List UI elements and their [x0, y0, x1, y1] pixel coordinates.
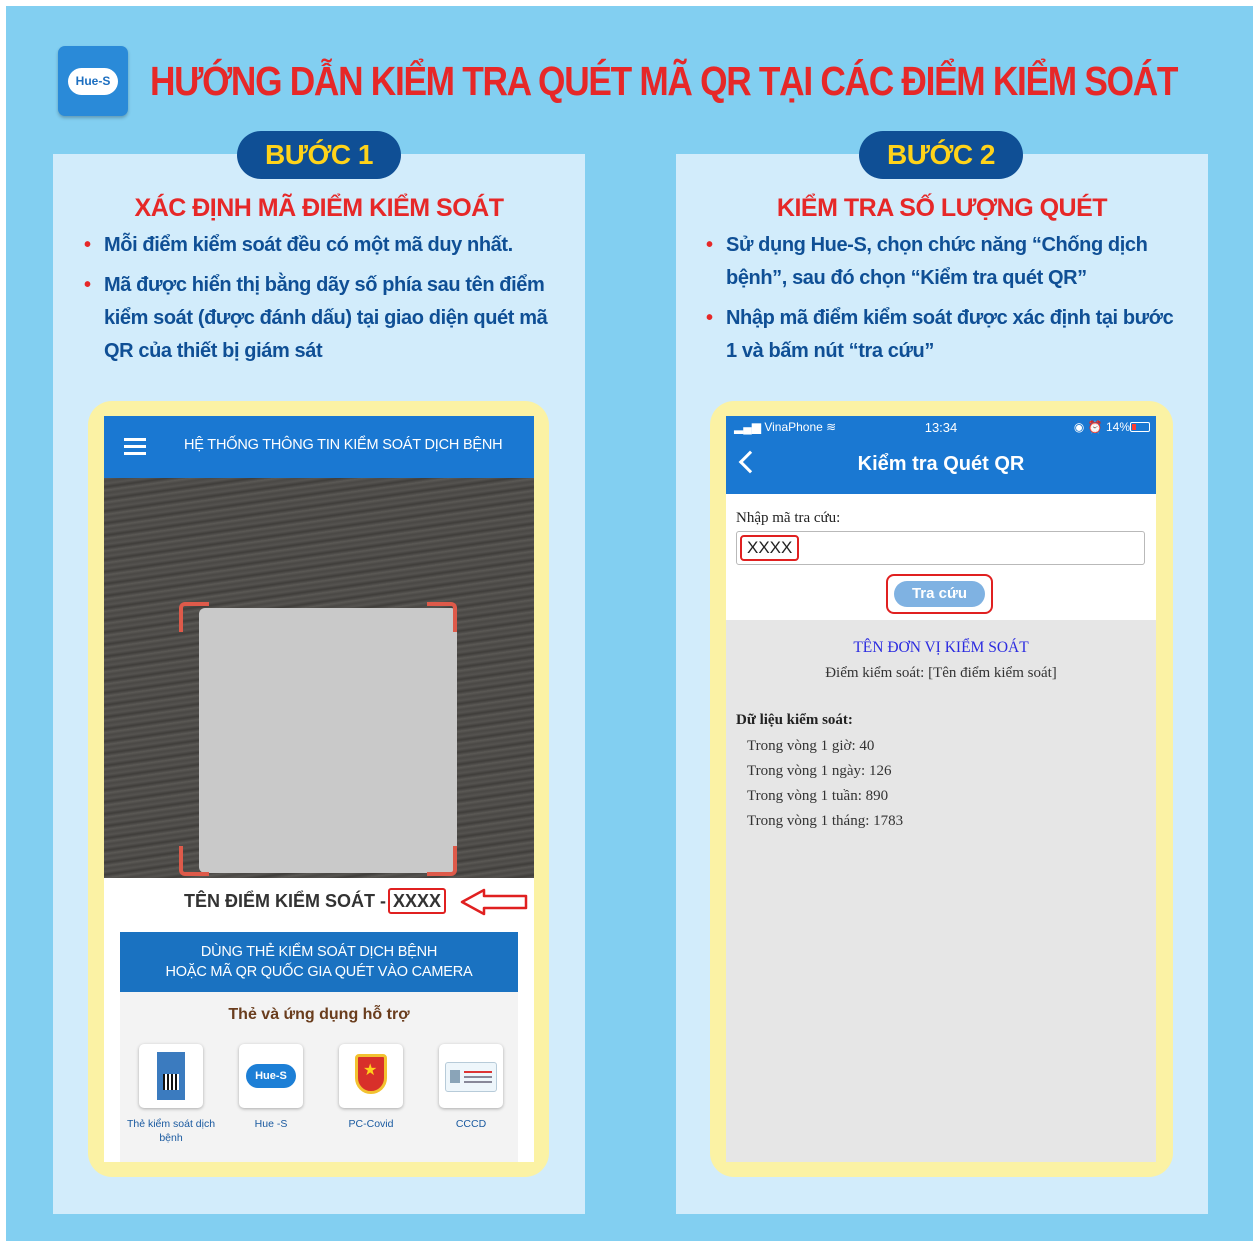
- banner-line: HOẶC MÃ QR QUỐC GIA QUÉT VÀO CAMERA: [165, 964, 473, 980]
- bullet-item: • Sử dụng Hue-S, chọn chức năng “Chống dị…: [706, 229, 1181, 295]
- step1-label: BƯỚC 1: [237, 131, 401, 179]
- app-item-pc-covid[interactable]: PC-Covid: [326, 1044, 416, 1131]
- supported-apps: Thẻ và ứng dụng hỗ trợ Thẻ kiểm soát dịc…: [120, 992, 518, 1162]
- hue-s-icon-text: Hue-S: [246, 1064, 296, 1088]
- checkpoint-name-label: TÊN ĐIỂM KIỂM SOÁT -: [184, 891, 386, 911]
- step1-bullets: • Mỗi điểm kiểm soát đều có một mã duy nh…: [84, 229, 554, 375]
- scanner-header: HỆ THỐNG THÔNG TIN KIỂM SOÁT DỊCH BỆNH: [104, 416, 534, 478]
- scan-corner-icon: [427, 602, 457, 632]
- lookup-form: Nhập mã tra cứu: XXXX Tra cứu: [726, 494, 1156, 620]
- hue-s-logo: Hue-S: [58, 46, 128, 116]
- qr-scan-area: [199, 608, 457, 873]
- battery-percent: 14%: [1105, 420, 1130, 434]
- step2-label: BƯỚC 2: [859, 131, 1023, 179]
- stat-row: Trong vòng 1 ngày: 126: [747, 763, 892, 779]
- unit-name: TÊN ĐƠN VỊ KIỂM SOÁT: [853, 639, 1029, 656]
- lookup-label: Nhập mã tra cứu:: [736, 510, 841, 526]
- app-item-hue-s[interactable]: Hue-S Hue -S: [226, 1044, 316, 1131]
- stat-row: Trong vòng 1 giờ: 40: [747, 738, 875, 754]
- lookup-input[interactable]: XXXX: [736, 531, 1145, 565]
- bullet-item: • Mã được hiển thị bằng dãy số phía sau t…: [84, 269, 554, 368]
- lookup-header: ▂▄▆ VinaPhone ≋ 13:34 ◉ ⏰ 14% Kiểm tra Q…: [726, 416, 1156, 494]
- checkpoint-line: Điểm kiểm soát: [Tên điểm kiểm soát]: [825, 665, 1057, 681]
- step1-heading: XÁC ĐỊNH MÃ ĐIỂM KIỂM SOÁT: [134, 194, 504, 222]
- scan-instruction-banner: DÙNG THẺ KIỂM SOÁT DỊCH BỆNH HOẶC MÃ QR …: [120, 932, 518, 992]
- bullet-item: • Nhập mã điểm kiểm soát được xác định tạ…: [706, 302, 1181, 368]
- scan-corner-icon: [427, 846, 457, 876]
- bullet-item: • Mỗi điểm kiểm soát đều có một mã duy nh…: [84, 229, 554, 262]
- card-icon: [139, 1044, 203, 1108]
- stat-row: Trong vòng 1 tuần: 890: [747, 788, 889, 804]
- pointer-arrow-icon: [460, 888, 528, 916]
- bullet-text: Mã được hiển thị bằng dãy số phía sau tê…: [104, 274, 548, 362]
- step2-bullets: • Sử dụng Hue-S, chọn chức năng “Chống dị…: [706, 229, 1181, 375]
- stat-row: Trong vòng 1 tháng: 1783: [747, 813, 904, 829]
- camera-view: [104, 478, 534, 878]
- supported-apps-title: Thẻ và ứng dụng hỗ trợ: [228, 1006, 410, 1023]
- lookup-input-value: XXXX: [740, 535, 800, 561]
- alarm-icon: ⏰: [1087, 420, 1103, 434]
- logo-text: Hue-S: [68, 68, 118, 95]
- step2-heading: KIỂM TRA SỐ LƯỢNG QUÉT: [776, 194, 1108, 222]
- menu-icon[interactable]: [124, 438, 146, 455]
- bullet-dot-icon: •: [706, 234, 713, 256]
- status-battery: ◉ ⏰ 14%: [1074, 420, 1130, 434]
- scanner-screen: HỆ THỐNG THÔNG TIN KIỂM SOÁT DỊCH BỆNH T…: [104, 416, 534, 1162]
- checkpoint-code: XXXX: [388, 888, 447, 914]
- scan-corner-icon: [179, 846, 209, 876]
- shield-icon: [339, 1044, 403, 1108]
- scanner-header-title: HỆ THỐNG THÔNG TIN KIỂM SOÁT DỊCH BỆNH: [184, 437, 503, 453]
- app-label: Hue -S: [254, 1118, 288, 1130]
- lookup-screen: ▂▄▆ VinaPhone ≋ 13:34 ◉ ⏰ 14% Kiểm tra Q…: [726, 416, 1156, 1162]
- app-label: PC-Covid: [348, 1118, 394, 1130]
- bullet-dot-icon: •: [706, 307, 713, 329]
- battery-icon: [1130, 422, 1150, 432]
- lock-rotation-icon: ◉: [1073, 420, 1085, 434]
- app-label: CCCD: [455, 1118, 487, 1130]
- bullet-dot-icon: •: [84, 234, 91, 256]
- app-item-disease-card[interactable]: Thẻ kiểm soát dịch bệnh: [126, 1044, 216, 1145]
- bullet-dot-icon: •: [84, 274, 91, 296]
- screen-title: Kiểm tra Quét QR: [857, 453, 1025, 475]
- app-item-cccd[interactable]: CCCD: [426, 1044, 516, 1131]
- bullet-text: Mỗi điểm kiểm soát đều có một mã duy nhấ…: [104, 234, 513, 256]
- lookup-button[interactable]: Tra cứu: [894, 581, 985, 607]
- bullet-text: Sử dụng Hue-S, chọn chức năng “Chống dịc…: [726, 234, 1148, 289]
- hue-s-icon: Hue-S: [239, 1044, 303, 1108]
- id-card-icon: [439, 1044, 503, 1108]
- scan-corner-icon: [179, 602, 209, 632]
- app-label: Thẻ kiểm soát dịch bệnh: [126, 1118, 216, 1144]
- data-title: Dữ liệu kiểm soát:: [736, 712, 853, 728]
- lookup-button-highlight: Tra cứu: [886, 574, 993, 614]
- page-title: HƯỚNG DẪN KIỂM TRA QUÉT MÃ QR TẠI CÁC ĐI…: [150, 58, 1178, 104]
- banner-line: DÙNG THẺ KIỂM SOÁT DỊCH BỆNH: [200, 944, 438, 960]
- bullet-text: Nhập mã điểm kiểm soát được xác định tại…: [726, 307, 1174, 362]
- checkpoint-name: TÊN ĐIỂM KIỂM SOÁT - XXXX: [184, 888, 447, 914]
